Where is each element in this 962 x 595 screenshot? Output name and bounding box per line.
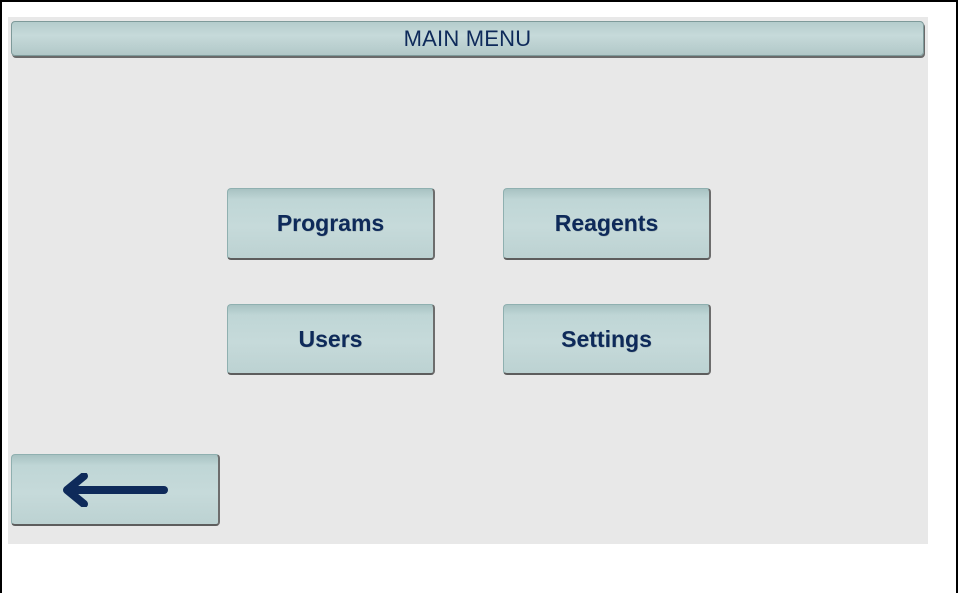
reagents-button-label: Reagents bbox=[554, 210, 659, 236]
settings-button-label: Settings bbox=[561, 325, 652, 352]
main-menu-screen: MAIN MENU Programs Reagents Users Settin… bbox=[8, 17, 928, 544]
title-bar: MAIN MENU bbox=[11, 21, 924, 56]
reagents-button[interactable]: Reagents bbox=[503, 188, 711, 260]
back-button[interactable] bbox=[11, 454, 220, 526]
users-button-label: Users bbox=[298, 325, 363, 352]
page-title: MAIN MENU bbox=[403, 25, 532, 51]
settings-button[interactable]: Settings bbox=[503, 304, 711, 375]
left-arrow-icon bbox=[63, 472, 168, 507]
programs-button[interactable]: Programs bbox=[227, 188, 435, 260]
programs-button-label: Programs bbox=[276, 210, 385, 236]
users-button[interactable]: Users bbox=[227, 304, 435, 375]
